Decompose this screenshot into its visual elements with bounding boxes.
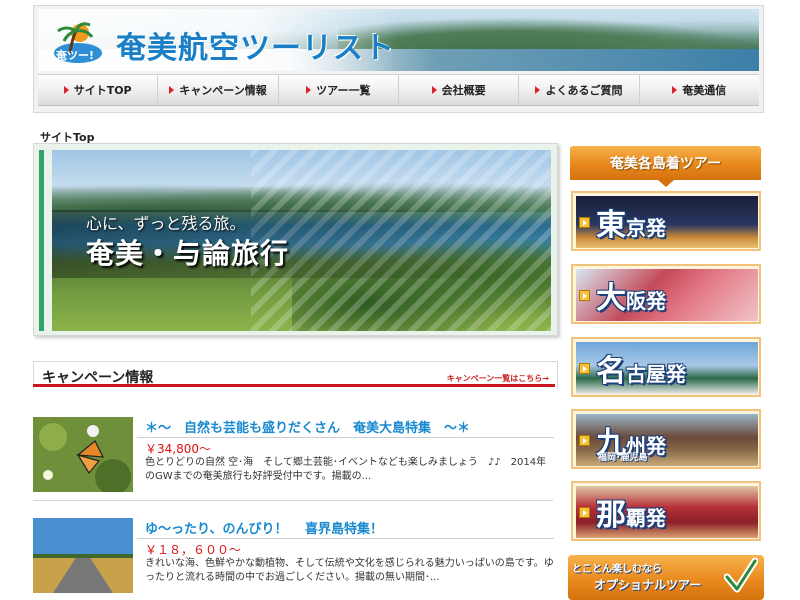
site-header: 奄ツー! 奄美航空ツーリスト サイトTOP キャンペーン情報 ツアー一覧 会社概… — [33, 5, 764, 113]
campaign-header-rule — [33, 384, 555, 387]
campaign-thumbnail[interactable] — [33, 518, 133, 593]
nav-label: 会社概要 — [441, 84, 486, 97]
triangle-right-icon — [535, 86, 541, 94]
tour-card-kyushu[interactable]: 九州発 福岡･鹿児島 — [571, 409, 761, 469]
tour-card-tokyo[interactable]: 東京発 — [571, 191, 761, 251]
tour-card-naha[interactable]: 那覇発 — [571, 481, 761, 541]
arrow-right-icon — [579, 217, 590, 228]
optional-tour-tagline: とことん楽しむなら — [572, 564, 662, 575]
hero-banner: 心に、ずっと残る旅。 奄美・与論旅行 — [33, 143, 558, 336]
checkmark-icon — [724, 557, 758, 593]
nav-label: ツアー一覧 — [316, 84, 371, 97]
campaign-description: 色とりどりの自然 空･海 そして郷土芸能･イベントなども楽しみましょう ♪♪ 2… — [145, 457, 547, 482]
triangle-right-icon — [672, 86, 678, 94]
optional-tour-button[interactable]: とことん楽しむなら オプショナルツアー — [568, 555, 764, 600]
header-banner: 奄ツー! 奄美航空ツーリスト — [38, 9, 759, 71]
tour-label: 大阪発 — [596, 281, 666, 316]
sidebar-heading-box: 奄美各島着ツアー — [570, 146, 761, 180]
nav-site-top[interactable]: サイトTOP — [38, 75, 159, 105]
main-nav: サイトTOP キャンペーン情報 ツアー一覧 会社概要 よくあるご質問 奄美通信 — [38, 74, 759, 106]
tour-image: 大阪発 — [576, 269, 758, 321]
sidebar-heading-pointer — [658, 180, 674, 187]
tour-image: 名古屋発 — [576, 342, 758, 394]
nav-tours[interactable]: ツアー一覧 — [279, 75, 399, 105]
sidebar-heading: 奄美各島着ツアー — [609, 156, 722, 172]
butterfly-photo-icon — [33, 417, 133, 492]
triangle-right-icon — [431, 86, 437, 94]
site-title[interactable]: 奄美航空ツーリスト — [116, 23, 395, 67]
logo-palm-icon[interactable]: 奄ツー! — [50, 19, 106, 65]
tour-label: 東京発 — [596, 208, 666, 243]
campaign-price: ￥34,800～ — [145, 442, 211, 456]
tour-card-nagoya[interactable]: 名古屋発 — [571, 337, 761, 397]
campaign-divider — [137, 538, 554, 539]
nav-news[interactable]: 奄美通信 — [640, 75, 759, 105]
optional-tour-label: オプショナルツアー — [594, 578, 702, 592]
campaign-divider — [137, 437, 554, 438]
tour-image: 東京発 — [576, 196, 758, 248]
hero-title: 奄美・与論旅行 — [86, 237, 290, 270]
tour-card-osaka[interactable]: 大阪発 — [571, 264, 761, 324]
nav-faq[interactable]: よくあるご質問 — [519, 75, 640, 105]
tour-label: 名古屋発 — [596, 354, 686, 389]
tour-label: 那覇発 — [596, 498, 666, 533]
nav-label: キャンペーン情報 — [179, 84, 267, 97]
campaign-title[interactable]: ＊～ 自然も芸能も盛りだくさん 奄美大島特集 ～＊ — [145, 417, 470, 436]
road-photo-icon — [33, 518, 133, 593]
page: 奄ツー! 奄美航空ツーリスト サイトTOP キャンペーン情報 ツアー一覧 会社概… — [0, 0, 800, 600]
campaign-description: きれいな海、色鮮やかな動植物、そして伝統や文化を感じられる魅力いっぱいの島です。… — [145, 558, 554, 583]
svg-text:奄ツー!: 奄ツー! — [55, 48, 94, 62]
tour-image: 那覇発 — [576, 486, 758, 538]
triangle-right-icon — [63, 86, 69, 94]
campaign-item: ゆ～ったり、のんびり！ 喜界島特集！ ￥１８，６００～ きれいな海、色鮮やかな動… — [33, 518, 554, 596]
tour-image: 九州発 福岡･鹿児島 — [576, 414, 758, 466]
triangle-right-icon — [306, 86, 312, 94]
arrow-right-icon — [579, 290, 590, 301]
hero-subtitle: 心に、ずっと残る旅。 — [86, 214, 246, 233]
campaign-thumbnail[interactable] — [33, 417, 133, 492]
campaign-list-link[interactable]: キャンペーン一覧はこちら→ — [447, 373, 549, 384]
nav-company[interactable]: 会社概要 — [399, 75, 520, 105]
nav-label: 奄美通信 — [682, 84, 727, 97]
nav-campaign[interactable]: キャンペーン情報 — [158, 75, 279, 105]
tour-sublabel: 福岡･鹿児島 — [598, 453, 648, 463]
nav-label: サイトTOP — [73, 84, 132, 97]
nav-label: よくあるご質問 — [545, 84, 623, 97]
campaign-price: ￥１８，６００～ — [145, 543, 242, 557]
arrow-right-icon — [579, 507, 590, 518]
arrow-right-icon — [579, 435, 590, 446]
campaign-separator — [33, 500, 553, 501]
triangle-right-icon — [169, 86, 175, 94]
arrow-right-icon — [579, 363, 590, 374]
hero-accent-stripe — [39, 150, 44, 331]
campaign-item: ＊～ 自然も芸能も盛りだくさん 奄美大島特集 ～＊ ￥34,800～ 色とりどり… — [33, 417, 554, 495]
campaign-title[interactable]: ゆ～ったり、のんびり！ 喜界島特集！ — [145, 518, 383, 537]
